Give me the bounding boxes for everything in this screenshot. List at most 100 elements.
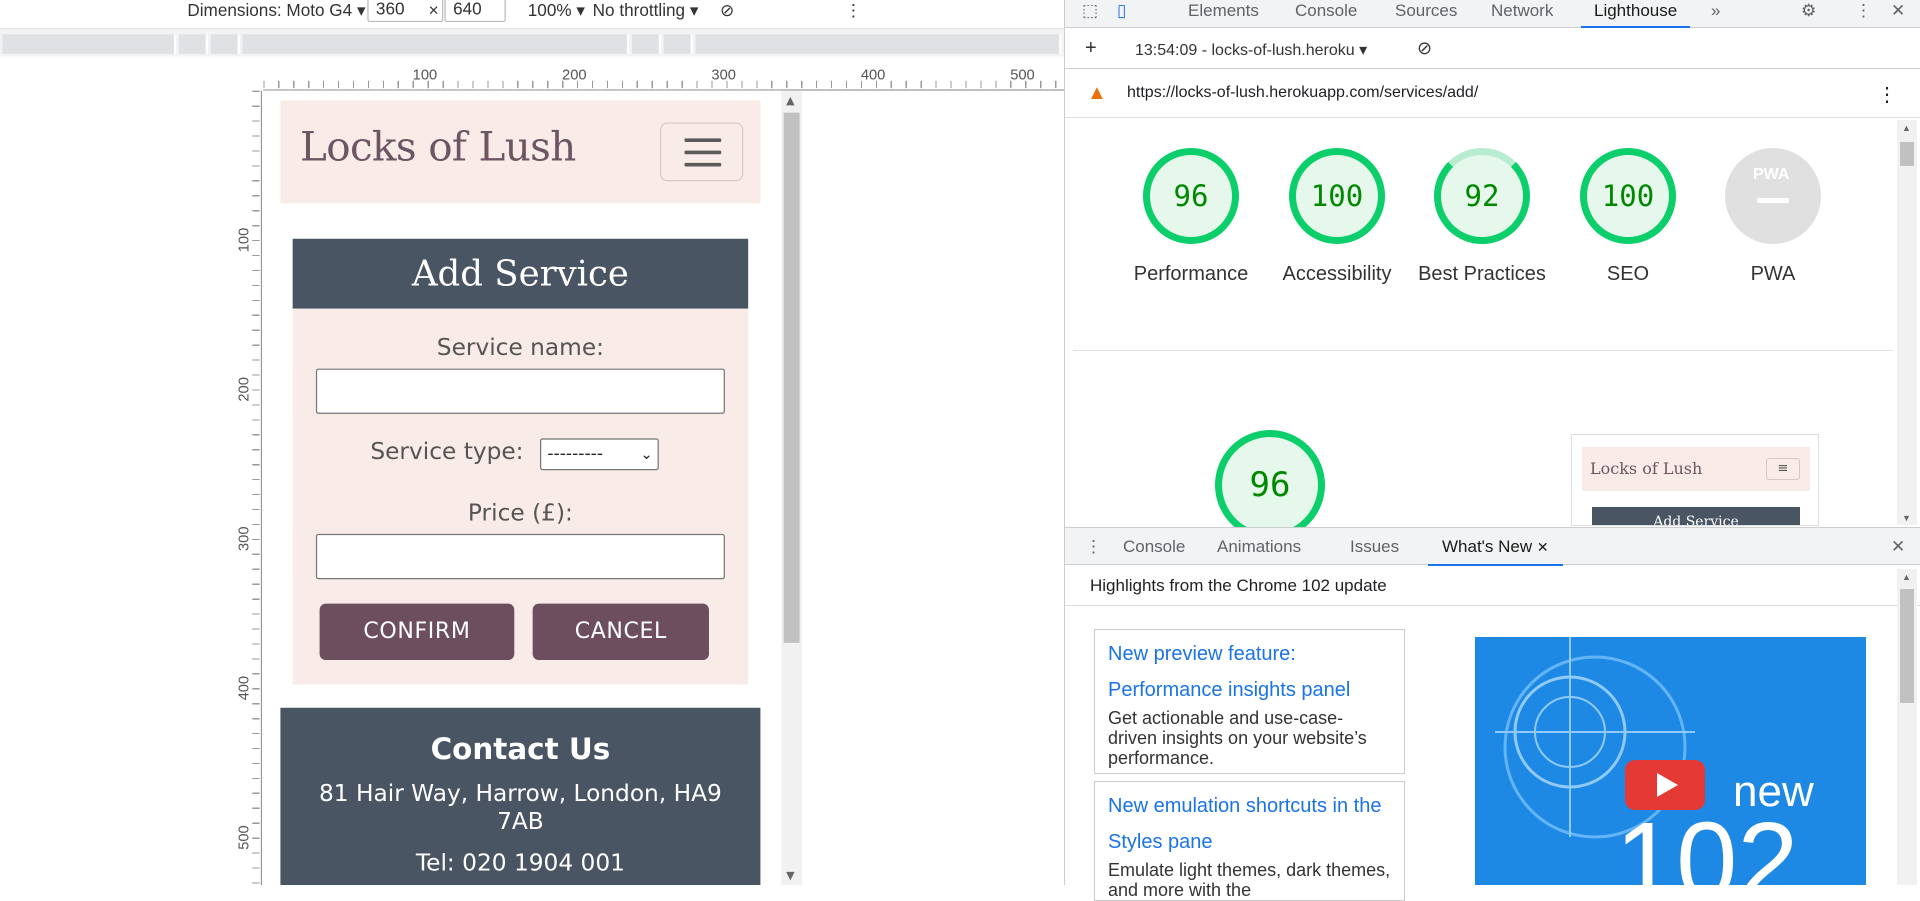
dropdown-caret-icon: ▾ bbox=[689, 0, 699, 20]
lighthouse-toolbar: + 13:54:09 - locks-of-lush.heroku ▾ ⊘ bbox=[1065, 29, 1920, 69]
tab-elements[interactable]: Elements bbox=[1188, 0, 1259, 28]
rotate-icon[interactable]: ⊘ bbox=[720, 0, 734, 24]
scrollbar-thumb[interactable] bbox=[783, 112, 800, 643]
score-label-performance: Performance bbox=[1133, 263, 1249, 285]
close-icon[interactable]: ✕ bbox=[1537, 539, 1549, 555]
ruler-label: 100 bbox=[412, 66, 438, 84]
hamburger-line bbox=[684, 150, 722, 155]
contact-phone[interactable]: Tel: 020 1904 001 bbox=[280, 850, 760, 877]
drawer-menu-icon[interactable]: ⋮ bbox=[1085, 528, 1102, 566]
report-select[interactable]: 13:54:09 - locks-of-lush.heroku ▾ bbox=[1135, 40, 1367, 60]
media-query-bar[interactable] bbox=[0, 31, 1064, 57]
chrome-102-promo-image[interactable]: new 102 bbox=[1475, 637, 1866, 885]
site-footer: Contact Us 81 Hair Way, Harrow, London, … bbox=[280, 707, 761, 885]
devtools-tab-bar: ⬚ ▯ Elements Console Sources Network Lig… bbox=[1065, 0, 1920, 28]
service-name-label: Service name: bbox=[436, 334, 605, 362]
pwa-badge-icon[interactable]: PWA bbox=[1725, 148, 1821, 244]
dropdown-caret-icon: ▾ bbox=[576, 0, 585, 20]
scroll-down-icon[interactable]: ▼ bbox=[786, 871, 794, 883]
lighthouse-scrollbar[interactable]: ▲ ▼ bbox=[1897, 120, 1917, 525]
service-type-select[interactable]: --------- ⌄ bbox=[540, 438, 659, 471]
service-name-input[interactable] bbox=[315, 368, 725, 414]
close-icon[interactable]: ✕ bbox=[1891, 0, 1905, 28]
score-gauge-accessibility[interactable]: 100 bbox=[1289, 148, 1385, 244]
whats-new-card[interactable]: New emulation shortcuts in the Styles pa… bbox=[1094, 781, 1405, 901]
more-options-icon[interactable]: ⋮ bbox=[1877, 82, 1897, 107]
throttling-select[interactable]: No throttling ▾ bbox=[593, 0, 699, 24]
card-title[interactable]: New emulation shortcuts in the Styles pa… bbox=[1108, 788, 1391, 860]
times-sign: × bbox=[428, 0, 439, 20]
ruler-label: 200 bbox=[562, 66, 587, 84]
score-gauge-best-practices[interactable]: 92 bbox=[1434, 148, 1530, 244]
big-score-gauge[interactable]: 96 bbox=[1215, 430, 1325, 540]
ruler-label: 500 bbox=[1010, 66, 1035, 84]
preview-brand: Locks of Lush bbox=[1590, 459, 1703, 478]
ruler-label: 100 bbox=[235, 227, 253, 253]
close-drawer-icon[interactable]: ✕ bbox=[1891, 528, 1905, 566]
pwa-dash bbox=[1757, 198, 1789, 203]
tab-console[interactable]: Console bbox=[1295, 0, 1357, 28]
score-label-best-practices: Best Practices bbox=[1418, 263, 1546, 285]
zoom-select[interactable]: 100% ▾ bbox=[528, 0, 585, 24]
contact-address: 81 Hair Way, Harrow, London, HA9 7AB bbox=[319, 780, 722, 836]
plus-icon[interactable]: + bbox=[1085, 37, 1097, 60]
scrollbar-thumb[interactable] bbox=[1900, 142, 1914, 166]
add-service-form: Add Service Service name: Service type: … bbox=[292, 238, 749, 685]
pwa-badge-text: PWA bbox=[1753, 166, 1790, 183]
drawer-tab-console[interactable]: Console bbox=[1123, 528, 1185, 566]
hamburger-menu-button[interactable] bbox=[660, 122, 744, 182]
price-input[interactable] bbox=[315, 533, 725, 580]
whats-new-scrollbar[interactable]: ▲ bbox=[1897, 569, 1917, 885]
tab-lighthouse[interactable]: Lighthouse bbox=[1581, 0, 1691, 28]
scroll-up-icon[interactable]: ▲ bbox=[786, 96, 794, 108]
preview-navbar: Locks of Lush ≡ bbox=[1582, 447, 1810, 491]
drawer-tab-label: What's New bbox=[1442, 537, 1533, 556]
tab-network[interactable]: Network bbox=[1491, 0, 1553, 28]
gear-icon[interactable]: ⚙ bbox=[1801, 0, 1816, 28]
score-gauge-seo[interactable]: 100 bbox=[1580, 148, 1676, 244]
height-input[interactable]: 640 bbox=[444, 0, 506, 23]
clear-icon[interactable]: ⊘ bbox=[1417, 38, 1432, 59]
device-toggle-icon[interactable]: ▯ bbox=[1117, 0, 1126, 28]
ruler-label: 300 bbox=[235, 526, 253, 552]
card-title[interactable]: New preview feature: Performance insight… bbox=[1108, 636, 1391, 708]
more-tabs-icon[interactable]: » bbox=[1711, 0, 1720, 28]
site-brand[interactable]: Locks of Lush bbox=[300, 122, 576, 170]
promo-version-text: 102 bbox=[1615, 800, 1799, 886]
drawer-tab-whats-new[interactable]: What's New ✕ bbox=[1428, 528, 1563, 566]
inspect-icon[interactable]: ⬚ bbox=[1082, 0, 1098, 28]
media-query-segment[interactable] bbox=[210, 34, 241, 54]
scroll-up-icon[interactable]: ▲ bbox=[1902, 123, 1911, 133]
report-label: 13:54:09 - locks-of-lush.heroku bbox=[1135, 42, 1355, 59]
viewport-scrollbar[interactable]: ▲ ▼ bbox=[781, 90, 803, 885]
drawer-tab-animations[interactable]: Animations bbox=[1217, 528, 1301, 566]
media-query-segment[interactable] bbox=[242, 34, 630, 54]
page-preview-thumbnail[interactable]: Locks of Lush ≡ Add Service bbox=[1571, 434, 1819, 526]
scroll-down-icon[interactable]: ▼ bbox=[1902, 513, 1911, 523]
media-query-segment[interactable] bbox=[178, 34, 209, 54]
price-label: Price (£): bbox=[467, 499, 573, 527]
cancel-button[interactable]: CANCEL bbox=[532, 603, 709, 661]
tab-sources[interactable]: Sources bbox=[1395, 0, 1457, 28]
chevron-down-icon: ⌄ bbox=[640, 445, 653, 463]
report-url[interactable]: https://locks-of-lush.herokuapp.com/serv… bbox=[1127, 84, 1478, 102]
score-gauge-performance[interactable]: 96 bbox=[1143, 148, 1239, 244]
contact-heading: Contact Us bbox=[430, 732, 611, 767]
device-emulation-pane: Dimensions: Moto G4 ▾ 360 × 640 100% ▾ N… bbox=[0, 0, 1064, 885]
more-options-icon[interactable]: ⋮ bbox=[1855, 0, 1872, 28]
zoom-label: 100% bbox=[527, 0, 572, 20]
site-navbar: Locks of Lush bbox=[280, 100, 761, 204]
drawer-tab-issues[interactable]: Issues bbox=[1350, 528, 1399, 566]
confirm-button[interactable]: CONFIRM bbox=[319, 603, 515, 661]
media-query-segment[interactable] bbox=[663, 34, 694, 54]
media-query-segment[interactable] bbox=[2, 34, 177, 54]
scroll-up-icon[interactable]: ▲ bbox=[1902, 572, 1911, 582]
scrollbar-thumb[interactable] bbox=[1900, 589, 1914, 703]
dropdown-caret-icon: ▾ bbox=[356, 0, 366, 20]
whats-new-card[interactable]: New preview feature: Performance insight… bbox=[1094, 629, 1405, 774]
media-query-segment[interactable] bbox=[631, 34, 662, 54]
form-title: Add Service bbox=[292, 238, 749, 309]
more-options-icon[interactable]: ⋮ bbox=[845, 0, 862, 24]
media-query-segment[interactable] bbox=[695, 34, 1062, 54]
device-select[interactable]: Dimensions: Moto G4 ▾ bbox=[187, 0, 365, 24]
